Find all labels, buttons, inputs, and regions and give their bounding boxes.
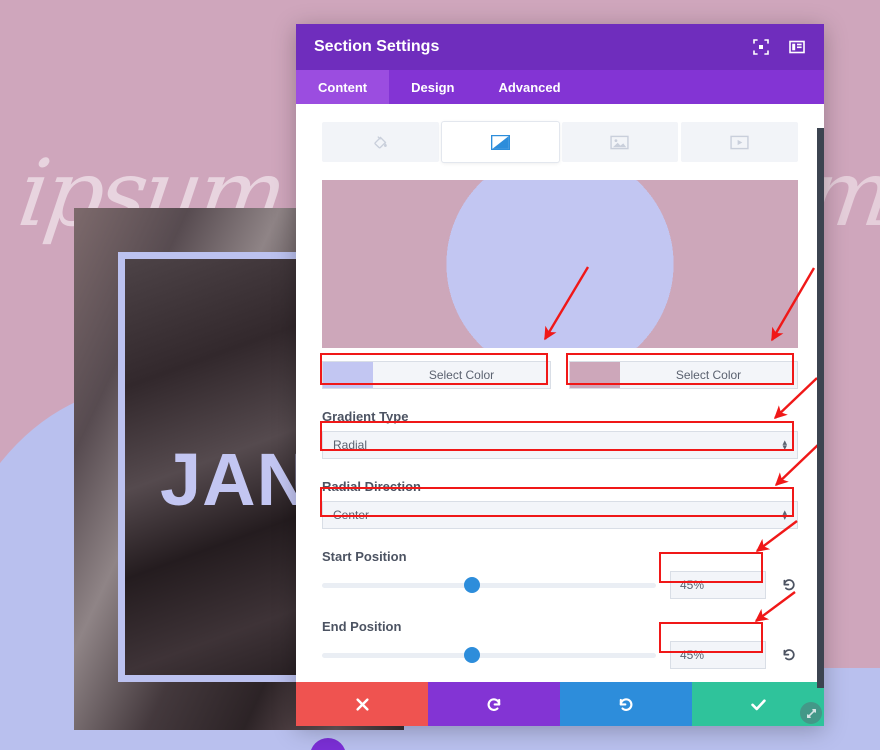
end-color-label: Select Color (675, 368, 742, 382)
start-position-value: 45% (680, 578, 705, 592)
radial-direction-field: Radial Direction Center ▴ ▾ (322, 479, 798, 529)
end-position-slider[interactable] (322, 647, 656, 663)
end-position-field: End Position 45% (322, 619, 798, 669)
radial-direction-label: Radial Direction (322, 479, 421, 494)
radial-direction-value: Center (333, 508, 370, 522)
background-gradient-tab[interactable] (441, 122, 559, 162)
background-type-selector (322, 122, 798, 162)
modal-header: Section Settings (296, 24, 824, 70)
start-position-input[interactable]: 45% (670, 571, 766, 599)
end-position-row: 45% (322, 641, 798, 669)
gradient-preview (322, 180, 798, 348)
start-position-slider[interactable] (322, 577, 656, 593)
page-title: Section Settings (314, 38, 440, 55)
gradient-type-label: Gradient Type (322, 409, 409, 424)
gradient-color-row: Select Color Select Color (322, 361, 798, 389)
start-position-reset-icon[interactable] (780, 576, 798, 594)
background-color-tab[interactable] (322, 122, 439, 162)
start-color-picker[interactable]: Select Color (322, 361, 551, 389)
gradient-icon (490, 134, 510, 150)
paint-bucket-icon (374, 135, 387, 148)
chevron-updown-icon: ▴ ▾ (782, 437, 787, 452)
section-settings-modal: Section Settings Content Design Advanced (296, 24, 824, 726)
expand-view-icon[interactable] (750, 36, 772, 58)
layout-panel-icon[interactable] (786, 36, 808, 58)
gradient-type-value: Radial (333, 438, 368, 452)
background-video-tab[interactable] (681, 122, 798, 162)
end-position-thumb[interactable] (464, 647, 481, 663)
end-position-input[interactable]: 45% (670, 641, 766, 669)
modal-tab-bar: Content Design Advanced (296, 70, 824, 104)
undo-button[interactable] (428, 682, 560, 726)
gradient-type-select[interactable]: Radial ▴ ▾ (322, 431, 798, 459)
tab-advanced[interactable]: Advanced (476, 70, 582, 104)
end-position-value: 45% (680, 648, 705, 662)
start-position-field: Start Position 45% (322, 549, 798, 599)
gradient-type-field: Gradient Type Radial ▴ ▾ (322, 409, 798, 459)
modal-scrollbar[interactable] (817, 128, 824, 688)
start-color-swatch (323, 362, 373, 388)
video-icon (730, 135, 749, 149)
resize-diagonal-icon[interactable] (800, 702, 822, 724)
cancel-button[interactable] (296, 682, 428, 726)
redo-arrow-icon (619, 698, 633, 711)
image-icon (610, 135, 630, 149)
redo-button[interactable] (560, 682, 692, 726)
start-position-label: Start Position (322, 549, 407, 564)
chevron-updown-icon: ▴ ▾ (782, 507, 787, 522)
radial-direction-select[interactable]: Center ▴ ▾ (322, 501, 798, 529)
undo-arrow-icon (487, 698, 501, 711)
modal-body: Select Color Select Color Gradient Type … (296, 104, 824, 682)
tab-content[interactable]: Content (296, 70, 390, 104)
end-position-reset-icon[interactable] (780, 646, 798, 664)
close-x-icon (355, 697, 369, 711)
modal-footer (296, 682, 824, 726)
start-position-thumb[interactable] (464, 577, 481, 593)
end-color-picker[interactable]: Select Color (569, 361, 798, 389)
start-color-label: Select Color (428, 368, 495, 382)
background-headline: JAN (160, 438, 312, 521)
background-image-tab[interactable] (561, 122, 679, 162)
start-position-row: 45% (322, 571, 798, 599)
end-position-label: End Position (322, 619, 402, 634)
end-color-swatch (570, 362, 620, 388)
tab-design[interactable]: Design (389, 70, 476, 104)
checkmark-icon (750, 698, 766, 710)
